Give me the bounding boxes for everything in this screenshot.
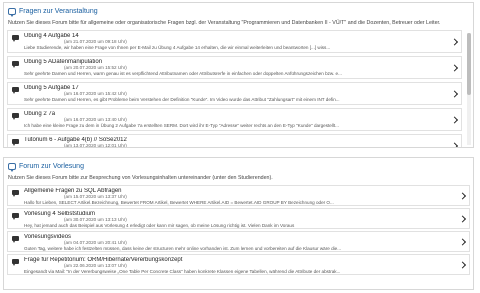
thread-excerpt: Ich habe eine kleine Frage zu dem in Übu…	[24, 123, 339, 128]
scrollbar-thumb[interactable]	[467, 33, 471, 95]
thread-row[interactable]: Tutorium 6 - Aufgabe 4(b) // SoSe2012 (am…	[7, 134, 462, 148]
forum-icon	[8, 163, 16, 172]
forum-panel-veranstaltung: Fragen zur Veranstaltung Nutzen Sie dies…	[3, 2, 474, 148]
thread-row[interactable]: Vorlesung 4 Selbststudium (am 30.07.2020 …	[7, 208, 470, 229]
speech-bubble-icon	[12, 259, 19, 266]
thread-excerpt: Hallo für Lieben, SELECT Artikel.Bezeich…	[24, 200, 334, 205]
thread-excerpt: Eingesandt via Mail: "In der Vererbungsw…	[24, 269, 341, 274]
chevron-right-icon[interactable]	[458, 214, 467, 223]
speech-bubble-icon	[12, 113, 19, 120]
thread-excerpt: Sehr geehrte Damen und Herren, warm gena…	[24, 71, 342, 76]
panel-header: Forum zur Vorlesung	[4, 158, 473, 173]
scrollbar[interactable]	[467, 33, 471, 145]
thread-excerpt: Hey, hat jemand auch das Beispiel aus Vo…	[24, 223, 295, 228]
chevron-right-icon[interactable]	[450, 89, 459, 98]
thread-row[interactable]: Übung 5 Aufgabe 17 (am 16.07.2020 um 15:4…	[7, 82, 462, 105]
speech-bubble-icon	[12, 236, 19, 243]
thread-row[interactable]: Übung 4 Aufgabe 14 (am 21.07.2020 um 09:1…	[7, 30, 462, 53]
chevron-right-icon[interactable]	[450, 37, 459, 46]
forum-title-link[interactable]: Forum zur Vorlesung	[19, 163, 84, 170]
thread-row[interactable]: Übung 5 ADatenmanipulation (am 20.07.2020…	[7, 56, 462, 79]
forum-panel-vorlesung: Forum zur Vorlesung Nutzen Sie dieses Fo…	[3, 157, 474, 290]
thread-excerpt: Guten Tag, weitere habe ich festzelten m…	[24, 246, 342, 251]
speech-bubble-icon	[12, 35, 19, 42]
panel-header: Fragen zur Veranstaltung	[4, 3, 473, 18]
thread-row[interactable]: Frage für Repetitorium: ORM/Hibernate/Ve…	[7, 254, 470, 275]
chevron-right-icon[interactable]	[458, 260, 467, 269]
thread-list: Übung 4 Aufgabe 14 (am 21.07.2020 um 09:1…	[4, 30, 473, 148]
thread-row[interactable]: Übung 2 7a (am 16.07.2020 um 13:40 Uhr) Ic…	[7, 108, 462, 131]
chevron-right-icon[interactable]	[458, 237, 467, 246]
forum-description: Nutzen Sie dieses Forum bitte für allgem…	[8, 20, 441, 26]
speech-bubble-icon	[12, 139, 19, 146]
chevron-right-icon[interactable]	[450, 115, 459, 124]
thread-excerpt: Sehr geehrte Damen und Herren, es gibt P…	[24, 97, 340, 102]
thread-row[interactable]: Allgemeine Fragen zu SQL Abfragen (am 15.…	[7, 185, 470, 206]
thread-row[interactable]: Vorlesungsvideos (am 04.07.2020 um 20:41 …	[7, 231, 470, 252]
forum-description: Nutzen Sie dieses Forum bitte zur Bespre…	[8, 175, 273, 181]
thread-date: (am 13.07.2020 um 12:01 Uhr)	[64, 143, 127, 148]
forum-title-link[interactable]: Fragen zur Veranstaltung	[19, 8, 98, 15]
speech-bubble-icon	[12, 61, 19, 68]
speech-bubble-icon	[12, 190, 19, 197]
thread-list: Allgemeine Fragen zu SQL Abfragen (am 15.…	[4, 185, 473, 275]
thread-excerpt: Liebe Studierende, wir haben eine Frage …	[24, 45, 331, 50]
forum-icon	[8, 8, 16, 17]
speech-bubble-icon	[12, 213, 19, 220]
chevron-right-icon[interactable]	[450, 63, 459, 72]
chevron-right-icon[interactable]	[450, 141, 459, 147]
speech-bubble-icon	[12, 87, 19, 94]
chevron-right-icon[interactable]	[458, 191, 467, 200]
